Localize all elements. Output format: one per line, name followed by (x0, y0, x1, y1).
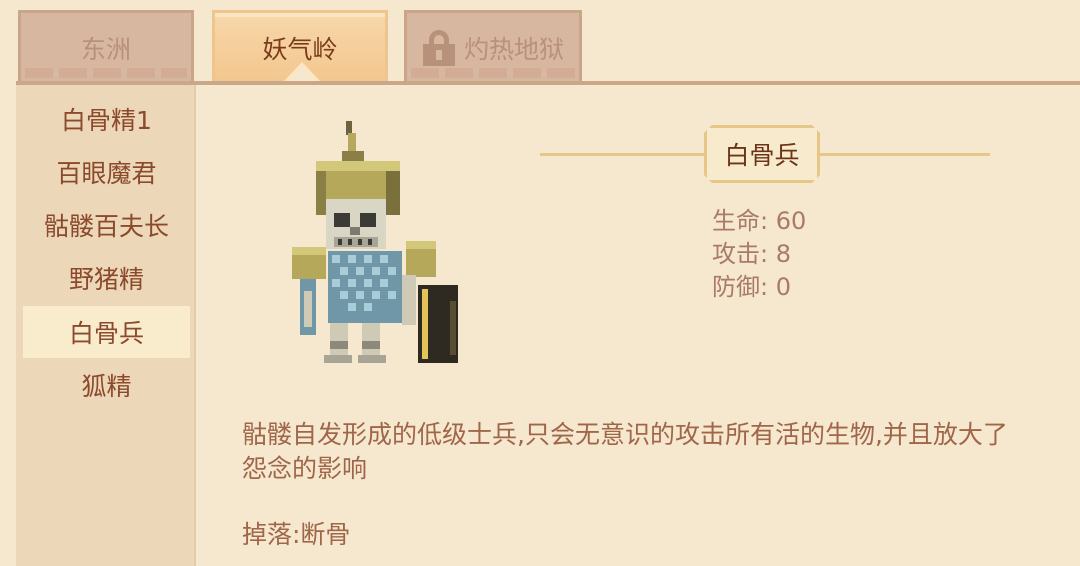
sidebar-item-label: 野猪精 (68, 265, 144, 294)
sidebar-item-baigujing[interactable]: 白骨精1 (23, 93, 190, 145)
sidebar-item-label: 百眼魔君 (56, 159, 157, 188)
monster-drop: 掉落:断骨 (242, 520, 351, 549)
sidebar-item-label: 骷髅百夫长 (43, 212, 169, 241)
name-plate-line-left (540, 153, 706, 156)
sidebar-item-label: 狐精 (81, 372, 132, 401)
sidebar-item-yezhujing[interactable]: 野猪精 (23, 252, 190, 304)
stat-value: 0 (775, 273, 792, 301)
stat-hp: 生命: 60 (712, 201, 806, 236)
name-plate-line-right (818, 153, 990, 156)
stat-attack: 攻击: 8 (712, 234, 791, 269)
sidebar-item-hujing[interactable]: 狐精 (23, 359, 190, 411)
sidebar-item-label: 白骨兵 (68, 319, 144, 348)
tab-label: 灼热地狱 (463, 34, 564, 64)
sidebar-item-baigubing[interactable]: 白骨兵 (23, 306, 190, 358)
stat-label: 防御: (712, 273, 769, 301)
sidebar-item-label: 白骨精1 (61, 106, 152, 135)
stat-value: 8 (775, 240, 792, 268)
sidebar-item-baiyanmojun[interactable]: 百眼魔君 (23, 146, 190, 198)
tab-label: 妖气岭 (262, 34, 338, 64)
monster-detail-panel: 白骨兵 生命: 60 攻击: 8 防御: 0 骷髅自发形成的低级士兵,只会无意识… (198, 85, 1080, 566)
region-tab-bar: 东洲 妖气岭 灼热地狱 (0, 0, 1080, 85)
monster-list-sidebar: 白骨精1 百眼魔君 骷髅百夫长 野猪精 白骨兵 狐精 (16, 85, 196, 566)
stat-label: 生命: (712, 207, 769, 235)
lock-icon (422, 29, 456, 67)
sidebar-item-kuloubaifuzhang[interactable]: 骷髅百夫长 (23, 199, 190, 251)
monster-name: 白骨兵 (724, 141, 800, 170)
monster-description: 骷髅自发形成的低级士兵,只会无意识的攻击所有活的生物,并且放大了怨念的影响 (242, 420, 1008, 483)
stat-defense: 防御: 0 (712, 267, 791, 302)
monster-name-plate: 白骨兵 (704, 125, 820, 183)
skeleton-soldier-sprite (292, 121, 458, 363)
tab-dongzhou[interactable]: 东洲 (18, 10, 194, 82)
stat-value: 60 (775, 207, 807, 235)
tab-zhuore-diyu-locked[interactable]: 灼热地狱 (404, 10, 582, 82)
stat-label: 攻击: (712, 240, 769, 268)
tab-label: 东洲 (80, 34, 131, 64)
